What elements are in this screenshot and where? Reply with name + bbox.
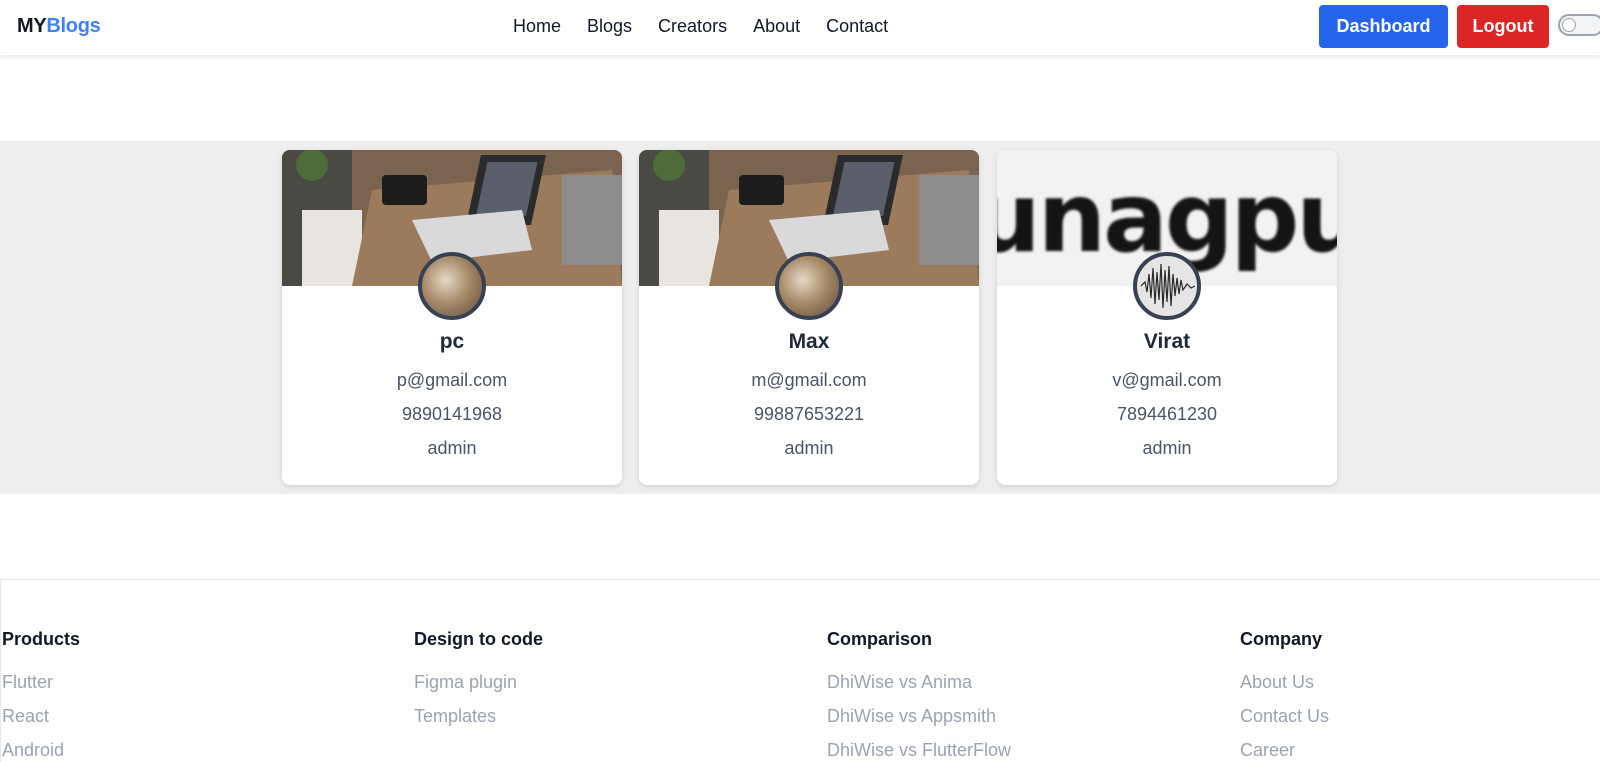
- nav-creators-link[interactable]: Creators: [658, 16, 727, 37]
- footer-link[interactable]: React: [2, 706, 80, 740]
- creator-name: Max: [788, 330, 830, 353]
- creator-card[interactable]: pc p@gmail.com 9890141968 admin: [282, 150, 622, 485]
- creator-name: pc: [439, 330, 465, 353]
- creator-card[interactable]: Max m@gmail.com 99887653221 admin: [639, 150, 979, 485]
- footer-link[interactable]: Figma plugin: [414, 672, 543, 706]
- main-nav: Home Blogs Creators About Contact: [513, 16, 914, 37]
- footer-link[interactable]: Career: [1240, 740, 1329, 762]
- footer-link[interactable]: Contact Us: [1240, 706, 1329, 740]
- footer-link[interactable]: DhiWise vs FlutterFlow: [827, 740, 1011, 762]
- theme-toggle[interactable]: [1558, 14, 1600, 36]
- creator-avatar: [418, 252, 486, 320]
- footer-link[interactable]: DhiWise vs Anima: [827, 672, 1011, 706]
- footer-column-title: Design to code: [414, 629, 544, 649]
- theme-toggle-knob: [1562, 18, 1576, 32]
- logo-part-blogs: Blogs: [46, 15, 101, 37]
- creator-email: p@gmail.com: [396, 370, 508, 390]
- footer-link[interactable]: About Us: [1240, 672, 1329, 706]
- waveform-icon: [1140, 263, 1196, 309]
- footer-column-company: Company About Us Contact Us Career: [1240, 629, 1329, 762]
- site-footer: Products Flutter React Android Design to…: [0, 579, 1600, 762]
- logo-part-my: MY: [17, 15, 47, 37]
- dashboard-button[interactable]: Dashboard: [1319, 5, 1448, 48]
- creator-avatar: [1133, 252, 1201, 320]
- creator-card[interactable]: unagpu Virat v@gmail.com 7894461230 admi…: [997, 150, 1337, 485]
- site-logo[interactable]: MYBlogs: [17, 15, 101, 38]
- site-header: MYBlogs Home Blogs Creators About Contac…: [0, 0, 1600, 55]
- footer-column-products: Products Flutter React Android: [2, 629, 80, 762]
- creator-phone: 7894461230: [1116, 404, 1218, 424]
- creator-phone: 99887653221: [753, 404, 865, 424]
- nav-blogs-link[interactable]: Blogs: [587, 16, 632, 37]
- creator-role: admin: [784, 438, 834, 458]
- footer-column-title: Company: [1240, 629, 1323, 649]
- nav-contact-link[interactable]: Contact: [826, 16, 888, 37]
- creator-avatar: [775, 252, 843, 320]
- footer-column-title: Products: [2, 629, 81, 649]
- creator-phone: 9890141968: [401, 404, 503, 424]
- creator-name: Virat: [1143, 330, 1191, 353]
- footer-column-design-to-code: Design to code Figma plugin Templates: [414, 629, 543, 740]
- footer-column-title: Comparison: [827, 629, 933, 649]
- creator-email: v@gmail.com: [1112, 370, 1222, 390]
- logout-button[interactable]: Logout: [1457, 5, 1549, 48]
- creator-role: admin: [427, 438, 477, 458]
- creator-role: admin: [1142, 438, 1192, 458]
- footer-link[interactable]: Flutter: [2, 672, 80, 706]
- footer-link[interactable]: Templates: [414, 706, 543, 740]
- footer-link[interactable]: DhiWise vs Appsmith: [827, 706, 1011, 740]
- nav-home-link[interactable]: Home: [513, 16, 561, 37]
- footer-column-comparison: Comparison DhiWise vs Anima DhiWise vs A…: [827, 629, 1011, 762]
- creator-email: m@gmail.com: [751, 370, 867, 390]
- nav-about-link[interactable]: About: [753, 16, 800, 37]
- footer-link[interactable]: Android: [2, 740, 80, 762]
